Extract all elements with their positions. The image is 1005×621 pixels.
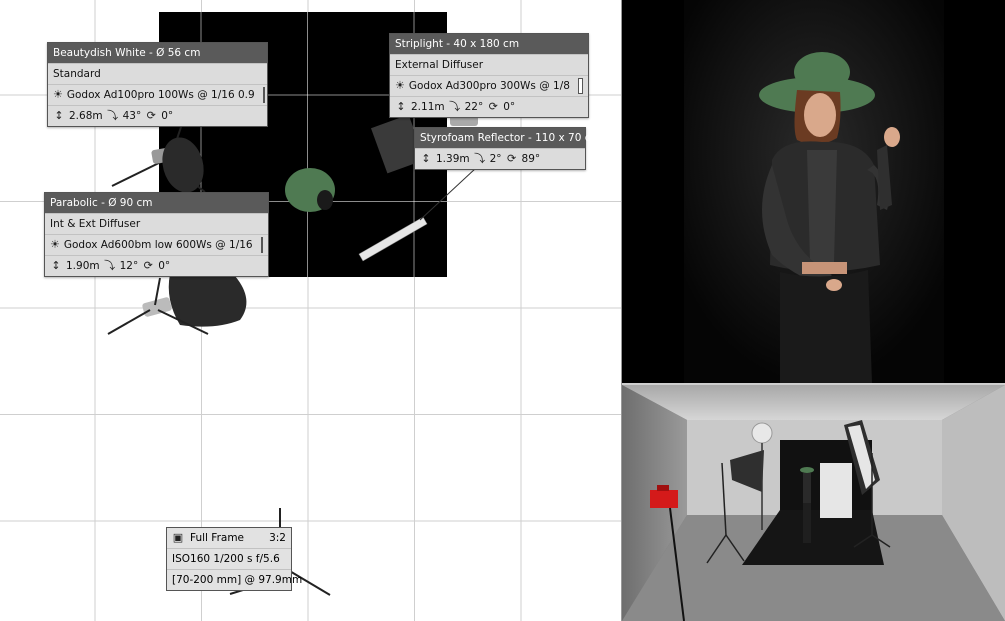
light-card-beautydish[interactable]: Beautydish White - Ø 56 cm Standard ☀ Go… [47, 42, 268, 127]
reflector-card-title: Styrofoam Reflector - 110 x 70 cm [415, 128, 601, 148]
tilt-icon: ⤵ [107, 109, 119, 122]
studio-overview [622, 385, 1005, 621]
light-card-title: Beautydish White - Ø 56 cm [48, 43, 267, 63]
camera-aspect: 3:2 [269, 532, 286, 544]
reflector-card[interactable]: Styrofoam Reflector - 110 x 70 cm ↕ 1.39… [414, 127, 601, 170]
tilt-icon: ⤵ [449, 100, 461, 113]
light-card-striplight[interactable]: Striplight - 40 x 180 cm External Diffus… [389, 33, 589, 118]
reflector-rotation: 89° [521, 153, 541, 165]
flash-setting: Godox Ad600bm low 600Ws @ 1/16 [63, 239, 253, 251]
sun-icon: ☀ [53, 88, 63, 101]
render-image [622, 0, 1005, 383]
rotation-icon: ⟳ [146, 109, 156, 122]
distance-icon: ↕ [51, 259, 61, 272]
camera-sensor: Full Frame [190, 532, 245, 544]
flash-setting: Godox Ad100pro 100Ws @ 1/16 0.9 [66, 89, 255, 101]
color-swatch[interactable] [577, 78, 583, 94]
light-rotation: 0° [503, 101, 516, 113]
rotation-icon: ⟳ [506, 152, 517, 165]
light-tilt: 12° [119, 260, 139, 272]
color-swatch[interactable] [262, 87, 265, 103]
color-swatch[interactable] [260, 237, 263, 253]
rotation-icon: ⟳ [143, 259, 153, 272]
rotation-icon: ⟳ [488, 100, 498, 113]
model-topview[interactable] [285, 168, 335, 212]
reflector-distance: 1.39m [436, 153, 470, 165]
sun-icon: ☀ [50, 238, 60, 251]
light-tilt: 43° [122, 110, 142, 122]
render-preview [622, 0, 1005, 383]
light-card-title: Parabolic - Ø 90 cm [45, 193, 268, 213]
light-distance: 2.11m [411, 101, 445, 113]
light-rotation: 0° [161, 110, 174, 122]
camera-lens: [70-200 mm] @ 97.9mm [172, 574, 303, 586]
light-rotation: 0° [158, 260, 171, 272]
distance-icon: ↕ [54, 109, 64, 122]
parabolic-light[interactable] [107, 269, 247, 335]
camera-card[interactable]: ▣ Full Frame 3:2 ISO160 1/200 s f/5.6 [7… [166, 527, 302, 591]
light-modifier: External Diffuser [395, 59, 484, 71]
light-modifier: Int & Ext Diffuser [50, 218, 141, 230]
light-distance: 1.90m [66, 260, 100, 272]
distance-icon: ↕ [396, 100, 406, 113]
tilt-icon: ⤵ [474, 152, 486, 165]
floor-plan[interactable]: Beautydish White - Ø 56 cm Standard ☀ Go… [0, 0, 622, 621]
light-distance: 2.68m [69, 110, 103, 122]
light-card-title: Striplight - 40 x 180 cm [390, 34, 588, 54]
reflector-tilt: 2° [489, 153, 502, 165]
reflector-object[interactable] [358, 167, 477, 262]
beautydish-light[interactable] [111, 114, 210, 197]
studio-overview-image [622, 385, 1005, 621]
tilt-icon: ⤵ [104, 259, 116, 272]
distance-icon: ↕ [421, 152, 431, 165]
light-tilt: 22° [464, 101, 484, 113]
camera-icon: ▣ [172, 531, 184, 544]
sun-icon: ☀ [395, 79, 405, 92]
light-card-parabolic[interactable]: Parabolic - Ø 90 cm Int & Ext Diffuser ☀… [44, 192, 269, 277]
camera-exposure: ISO160 1/200 s f/5.6 [172, 553, 280, 565]
light-modifier: Standard [53, 68, 101, 80]
flash-setting: Godox Ad300pro 300Ws @ 1/8 [408, 80, 570, 92]
